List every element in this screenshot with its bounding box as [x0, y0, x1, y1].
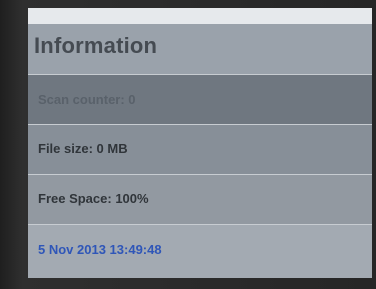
page-title: Information	[34, 33, 158, 58]
scan-counter-row[interactable]: Scan counter: 0	[28, 75, 372, 125]
free-space-label: Free Space: 100%	[38, 191, 149, 206]
free-space-row[interactable]: Free Space: 100%	[28, 175, 372, 225]
scan-counter-label: Scan counter: 0	[38, 92, 136, 107]
timestamp-label: 5 Nov 2013 13:49:48	[38, 242, 162, 257]
page-header: Information	[28, 24, 372, 75]
device-screen: Information Scan counter: 0 File size: 0…	[28, 8, 372, 278]
file-size-label: File size: 0 MB	[38, 141, 128, 156]
device-bezel: Information Scan counter: 0 File size: 0…	[0, 0, 376, 289]
file-size-row[interactable]: File size: 0 MB	[28, 125, 372, 175]
timestamp-row: 5 Nov 2013 13:49:48	[28, 225, 372, 278]
top-strip	[28, 8, 372, 25]
